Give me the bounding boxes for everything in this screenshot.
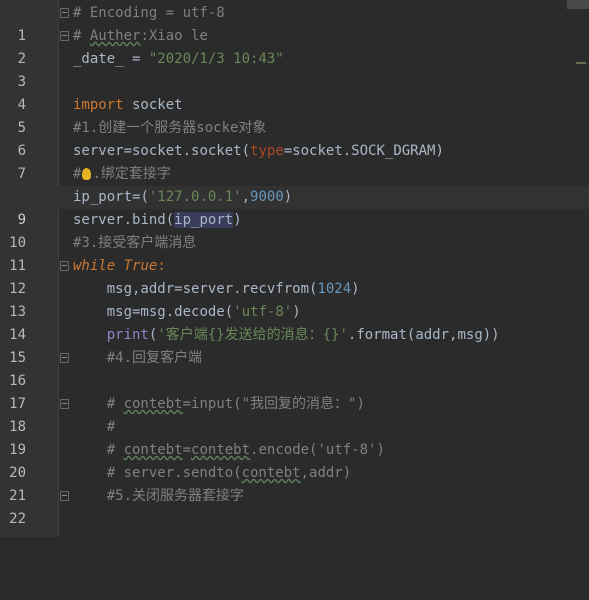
fold-toggle-icon[interactable] bbox=[60, 491, 69, 501]
comment-text: #1.创建一个服务器socke对象 bbox=[73, 120, 267, 136]
code-text: msg=msg. bbox=[73, 304, 175, 320]
code-line[interactable]: 18 # contebt=input("我回复的消息：") bbox=[0, 393, 589, 435]
keyword: True bbox=[123, 258, 158, 274]
comment-text: # bbox=[73, 28, 90, 44]
keyword: while bbox=[73, 258, 116, 274]
code-text: .format(addr,msg)) bbox=[347, 327, 500, 343]
code-line[interactable]: 22 #5.关闭服务器套接字 bbox=[0, 485, 589, 527]
fold-toggle-icon[interactable] bbox=[60, 399, 69, 409]
comment-text: # server.sendto( bbox=[73, 465, 242, 481]
code-line[interactable]: 14 msg=msg.decode('utf-8') bbox=[0, 301, 589, 343]
builtin-function: print bbox=[106, 327, 149, 343]
code-text: msg,addr=server. bbox=[73, 281, 242, 297]
code-text: , bbox=[241, 189, 251, 205]
method-call: bind bbox=[132, 212, 166, 228]
code-line[interactable]: 15 print('客户端{}发送给的消息：{}'.format(addr,ms… bbox=[0, 324, 589, 366]
comment-text: .绑定套接字 bbox=[92, 166, 171, 182]
comment-text: =input("我回复的消息：") bbox=[182, 396, 365, 412]
code-text: : bbox=[157, 258, 166, 274]
code-line[interactable]: 4 bbox=[0, 71, 589, 113]
lightbulb-icon[interactable] bbox=[82, 168, 92, 180]
code-text: server=socket. bbox=[73, 143, 192, 159]
comment-text: ,addr) bbox=[300, 465, 352, 481]
code-line[interactable]: 10 server.bind(ip_port) bbox=[0, 209, 589, 251]
code-line[interactable]: 21 # server.sendto(contebt,addr) bbox=[0, 462, 589, 504]
code-editor[interactable]: 1 # Encoding = utf-8 2 # Auther:Xiao le … bbox=[0, 0, 589, 537]
code-line[interactable]: 6 #1.创建一个服务器socke对象 bbox=[0, 117, 589, 159]
typo-word: Auther bbox=[89, 28, 141, 44]
comment-text: #4.回复客户端 bbox=[73, 350, 203, 366]
code-text: ( bbox=[224, 304, 234, 320]
fold-toggle-icon[interactable] bbox=[60, 353, 69, 363]
method-call: recvfrom bbox=[241, 281, 310, 297]
comment-text: #3.接受客户端消息 bbox=[73, 235, 197, 251]
variable-reference: ip_port bbox=[174, 212, 234, 228]
code-line[interactable]: 17 bbox=[0, 370, 589, 412]
code-text: ) bbox=[292, 304, 301, 320]
code-text: ) bbox=[351, 281, 360, 297]
code-line[interactable]: 19 # bbox=[0, 416, 589, 458]
comment-text: # bbox=[73, 419, 116, 435]
typo-word: contebt bbox=[123, 442, 183, 458]
code-line[interactable]: 20 # contebt=contebt.encode('utf-8') bbox=[0, 439, 589, 481]
number-literal: 1024 bbox=[317, 281, 352, 297]
code-text: =socket.SOCK_DGRAM) bbox=[283, 143, 444, 159]
code-line[interactable]: 2 # Auther:Xiao le bbox=[0, 25, 589, 67]
code-line[interactable]: 12 while True: bbox=[0, 255, 589, 297]
comment-text: # Encoding = utf-8 bbox=[73, 5, 225, 21]
comment-text: :Xiao le bbox=[140, 28, 208, 44]
code-text: _date_ = bbox=[73, 51, 149, 67]
typo-word: contebt bbox=[241, 465, 301, 481]
string-literal: "2020/1/3 10:43" bbox=[148, 51, 284, 67]
string-literal: '127.0.0.1' bbox=[148, 189, 242, 205]
parameter-name: type bbox=[250, 143, 284, 159]
fold-toggle-icon[interactable] bbox=[60, 31, 69, 41]
method-call: decode bbox=[174, 304, 225, 320]
fold-toggle-icon[interactable] bbox=[60, 8, 69, 18]
code-line[interactable]: 1 # Encoding = utf-8 bbox=[0, 2, 589, 44]
variable-name: ip_port bbox=[73, 189, 133, 205]
typo-word: contebt bbox=[123, 396, 183, 412]
code-text: ( bbox=[241, 143, 251, 159]
code-text: server. bbox=[73, 212, 133, 228]
comment-text: # bbox=[73, 396, 124, 412]
code-line-current[interactable]: 9 ip_port=('127.0.0.1',9000) bbox=[0, 186, 589, 228]
method-call: socket bbox=[191, 143, 242, 159]
comment-text: .encode('utf-8') bbox=[250, 442, 385, 458]
code-line[interactable]: 16 #4.回复客户端 bbox=[0, 347, 589, 389]
code-text: ) bbox=[283, 189, 293, 205]
comment-text: #5.关闭服务器套接字 bbox=[73, 488, 245, 504]
string-literal: '客户端{}发送给的消息：{}' bbox=[157, 327, 348, 343]
number-literal: 9000 bbox=[250, 189, 284, 205]
line-number: 22 bbox=[9, 511, 26, 527]
keyword: import bbox=[73, 97, 124, 113]
code-text: ) bbox=[233, 212, 242, 228]
code-line[interactable]: 8 #.绑定套接字 bbox=[0, 163, 589, 205]
fold-toggle-icon[interactable] bbox=[60, 261, 69, 271]
code-line[interactable]: 13 msg,addr=server.recvfrom(1024) bbox=[0, 278, 589, 320]
comment-text: = bbox=[182, 442, 192, 458]
typo-word: contebt bbox=[191, 442, 251, 458]
code-line[interactable]: 7 server=socket.socket(type=socket.SOCK_… bbox=[0, 140, 589, 182]
code-text: socket bbox=[123, 97, 183, 113]
code-line[interactable]: 11 #3.接受客户端消息 bbox=[0, 232, 589, 274]
code-text: =( bbox=[132, 189, 149, 205]
code-text: ( bbox=[165, 212, 175, 228]
string-literal: 'utf-8' bbox=[233, 304, 293, 320]
code-line[interactable]: 5 import socket bbox=[0, 94, 589, 136]
code-line[interactable]: 3 _date_ = "2020/1/3 10:43" bbox=[0, 48, 589, 90]
comment-text: # bbox=[73, 166, 82, 182]
comment-text: # bbox=[73, 442, 124, 458]
